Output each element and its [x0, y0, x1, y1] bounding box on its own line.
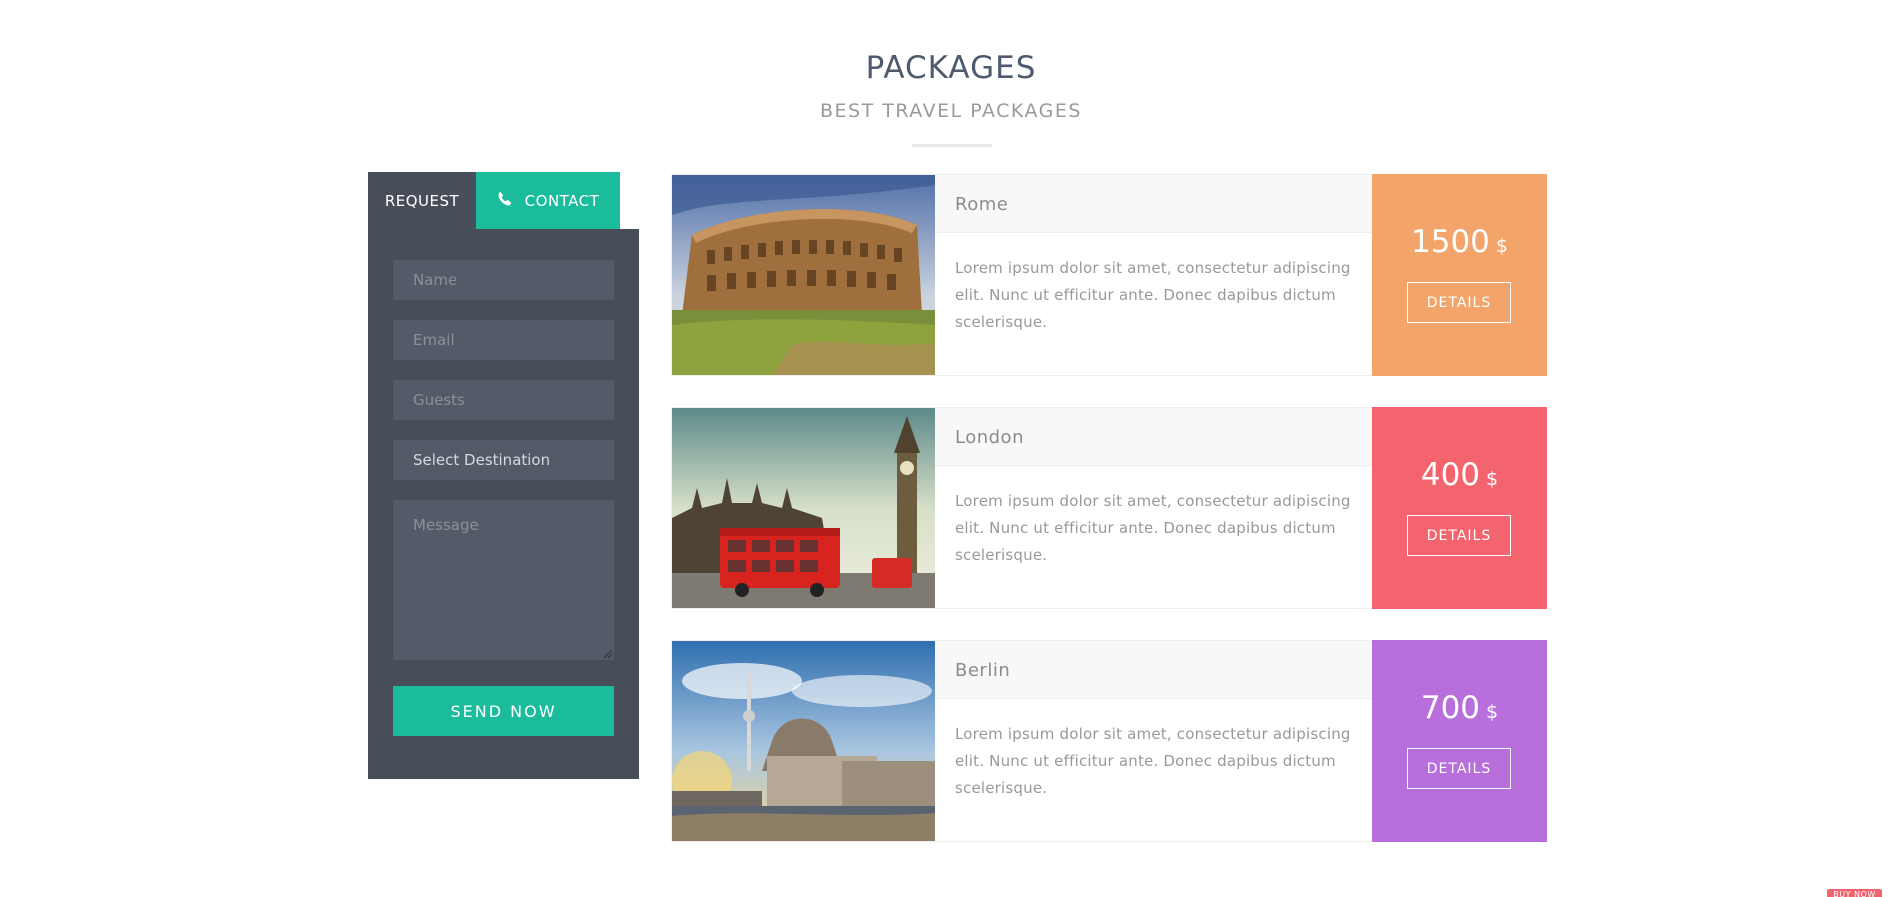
resize-grip-icon[interactable]: [601, 647, 613, 659]
package-card-rome: Rome Lorem ipsum dolor sit amet, consect…: [671, 174, 1547, 376]
email-field[interactable]: [393, 320, 614, 360]
tab-request[interactable]: REQUEST: [368, 172, 476, 229]
message-field[interactable]: [393, 500, 614, 660]
form-tabs: REQUEST CONTACT: [368, 172, 620, 229]
package-price: 400 $: [1420, 457, 1499, 493]
details-button[interactable]: DETAILS: [1407, 515, 1511, 556]
send-now-button[interactable]: SEND NOW: [393, 686, 614, 736]
guests-field[interactable]: [393, 380, 614, 420]
details-button[interactable]: DETAILS: [1407, 748, 1511, 789]
title-divider: [912, 144, 992, 147]
package-description: Lorem ipsum dolor sit amet, consectetur …: [955, 725, 1351, 797]
package-name: Berlin: [955, 660, 1011, 681]
tab-contact[interactable]: CONTACT: [476, 172, 620, 229]
phone-icon: [497, 191, 513, 211]
tab-request-label: REQUEST: [384, 191, 460, 210]
package-price-box: 1500 $ DETAILS: [1372, 174, 1547, 376]
request-form: Select Destination SEND NOW: [368, 229, 639, 779]
package-price-box: 700 $ DETAILS: [1372, 640, 1547, 842]
package-name: Rome: [955, 194, 1009, 215]
destination-select[interactable]: Select Destination: [393, 440, 614, 480]
tab-contact-label: CONTACT: [524, 191, 600, 210]
page-title: PACKAGES: [865, 50, 1037, 86]
package-name-bar: London: [935, 408, 1372, 466]
package-description: Lorem ipsum dolor sit amet, consectetur …: [955, 492, 1351, 564]
package-name-bar: Berlin: [935, 641, 1372, 699]
destination-select-value: Select Destination: [413, 451, 551, 469]
details-button[interactable]: DETAILS: [1407, 282, 1511, 323]
package-price: 700 $: [1420, 690, 1499, 726]
name-field[interactable]: [393, 260, 614, 300]
package-description: Lorem ipsum dolor sit amet, consectetur …: [955, 259, 1351, 331]
package-image-rome: [672, 175, 935, 375]
package-image-berlin: [672, 641, 935, 841]
package-name-bar: Rome: [935, 175, 1372, 233]
package-card-london: London Lorem ipsum dolor sit amet, conse…: [671, 407, 1547, 609]
package-price: 1500 $: [1411, 224, 1508, 260]
page-subtitle: BEST TRAVEL PACKAGES: [820, 100, 1082, 122]
buy-now-badge[interactable]: BUY NOW: [1827, 889, 1882, 897]
package-name: London: [955, 427, 1024, 448]
package-image-london: [672, 408, 935, 608]
package-card-berlin: Berlin Lorem ipsum dolor sit amet, conse…: [671, 640, 1547, 842]
package-price-box: 400 $ DETAILS: [1372, 407, 1547, 609]
